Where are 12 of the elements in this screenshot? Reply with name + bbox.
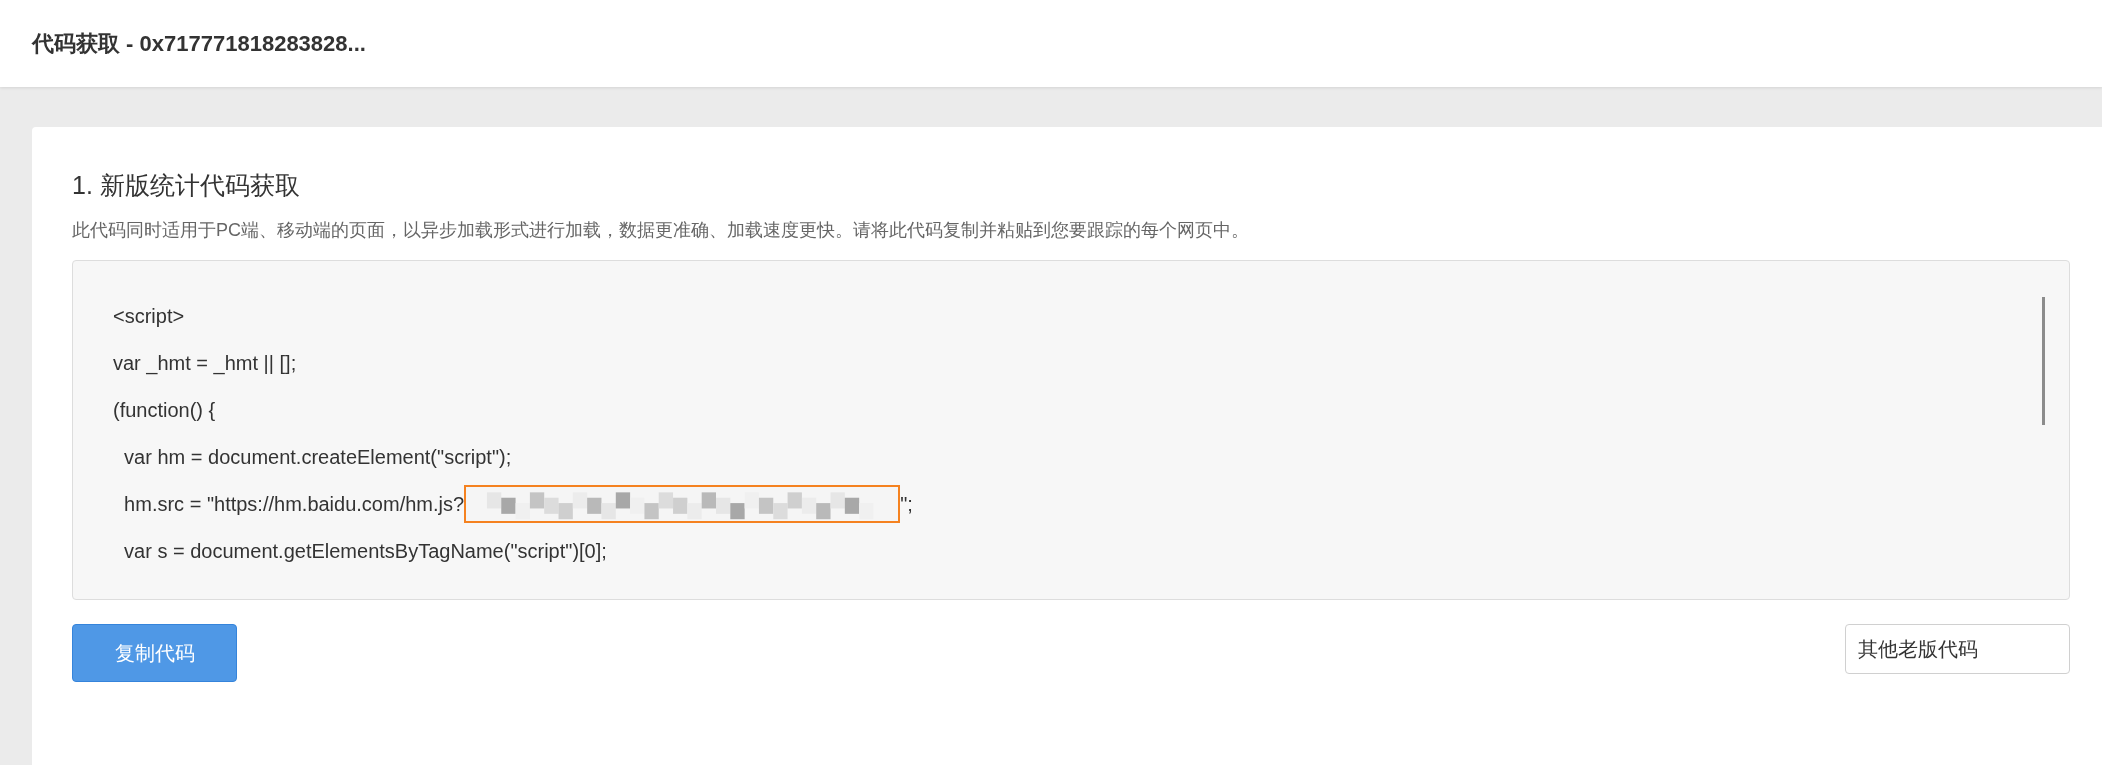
old-code-button[interactable]: 其他老版代码 xyxy=(1845,623,2070,674)
section-description: 此代码同时适用于PC端、移动端的页面，以异步加载形式进行加载，数据更准确、加载速度更快。请将此代码复制并粘贴到您要跟踪的每个网页中。 xyxy=(72,218,1250,242)
code-line: hm.src = "https://hm.baidu.com/hm.js? xyxy=(123,492,465,517)
code-line: var _hmt = _hmt || []; xyxy=(113,351,297,377)
code-line: var s = document.getElementsByTagName("script")[0]; xyxy=(123,539,607,564)
code-line: "; xyxy=(900,492,913,517)
page-title: 代码获取 - 0x717771818283828... xyxy=(32,30,366,58)
scrollbar-thumb[interactable] xyxy=(2042,296,2045,425)
section-heading: 1. 新版统计代码获取 xyxy=(72,170,301,201)
code-line: (function() { xyxy=(113,398,216,423)
code-line: var hm = document.createElement("script"); xyxy=(123,445,512,470)
code-line: <script> xyxy=(113,304,185,329)
